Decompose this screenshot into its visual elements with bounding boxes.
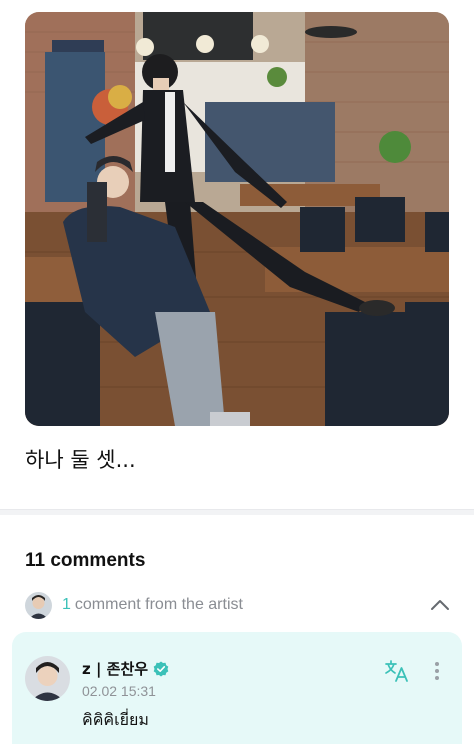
comment-timestamp: 02.02 15:31: [82, 683, 156, 699]
avatar[interactable]: [25, 656, 70, 701]
post-caption: 하나 둘 셋...: [25, 448, 136, 472]
artist-comment-label: comment from the artist: [74, 596, 243, 613]
more-vertical-icon[interactable]: [430, 659, 444, 683]
comment-author-row: z | 존찬우: [82, 658, 169, 679]
comment-author-name[interactable]: z | 존찬우: [82, 658, 148, 679]
comment-text: คิคิคิเยี่ยม: [82, 710, 149, 729]
artist-avatar: [25, 591, 52, 619]
comment-item: z | 존찬우 02.02 15:31 คิคิคิเยี่ยม: [12, 632, 462, 744]
translate-icon[interactable]: [384, 659, 410, 683]
post-image[interactable]: [25, 12, 449, 426]
section-divider: [0, 509, 474, 515]
comments-count-heading: 11 comments: [25, 550, 146, 571]
verified-badge-icon: [153, 661, 169, 677]
artist-comment-count: 1: [62, 596, 71, 613]
cafe-photo-illustration: [25, 12, 449, 426]
artist-comments-toggle[interactable]: 1 comment from the artist: [25, 591, 451, 619]
chevron-up-icon[interactable]: [429, 594, 451, 616]
